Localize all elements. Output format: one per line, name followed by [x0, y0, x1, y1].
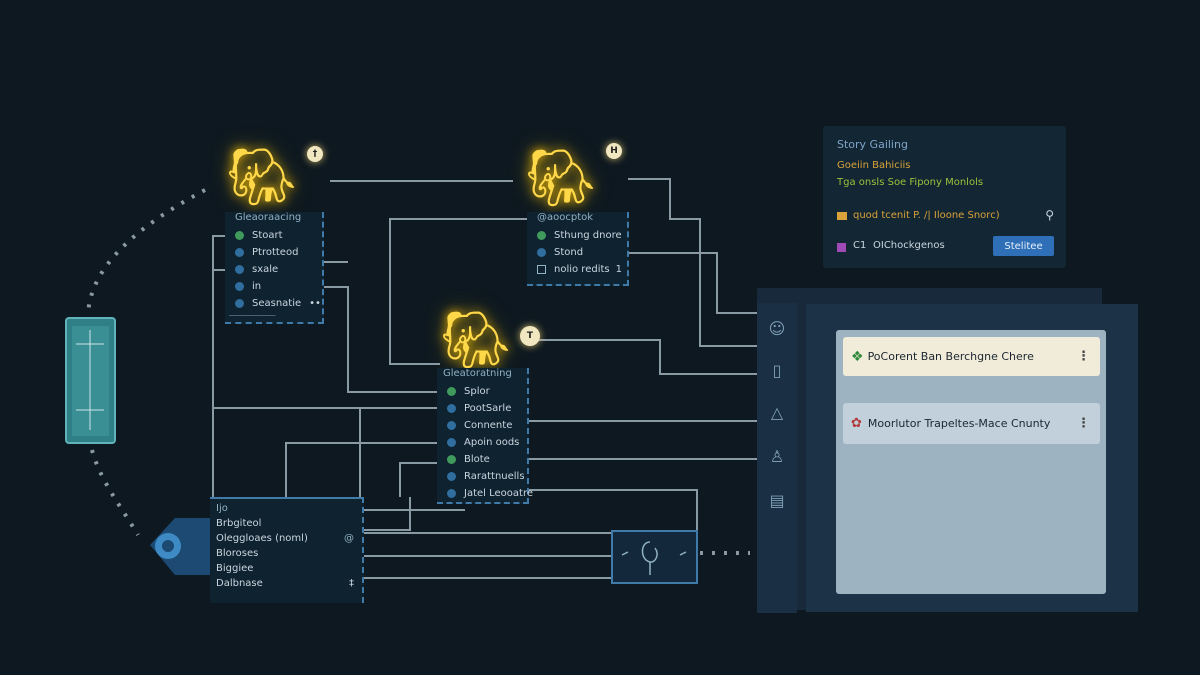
port-dot[interactable]: [235, 265, 244, 274]
elephant-icon: 🐘︎: [525, 146, 597, 211]
port-dot[interactable]: [447, 455, 456, 464]
port-dot[interactable]: [235, 231, 244, 240]
center-widget: [611, 530, 698, 584]
port-dot[interactable]: [447, 421, 456, 430]
node-row[interactable]: Apoin oods: [437, 434, 527, 451]
node-footer: ───────────: [229, 312, 276, 320]
port-square[interactable]: [537, 265, 546, 274]
info-line-1: Goeiin Bahiciis: [837, 160, 911, 171]
info-line-3: quod tcenit P. /| Iloone Snorc): [853, 210, 1000, 221]
table-row[interactable]: Bloroses: [210, 546, 362, 561]
port-dot[interactable]: [447, 472, 456, 481]
node-badge-3: T: [520, 326, 540, 346]
table-row[interactable]: Biggiee: [210, 561, 362, 576]
elephant-icon: 🐘︎: [226, 145, 298, 210]
table-header: Ijo: [216, 503, 228, 514]
node-row[interactable]: Blote: [437, 451, 527, 468]
node-badge-1: †: [307, 146, 323, 162]
node-title: Gleaoraacing: [235, 212, 302, 223]
node-row[interactable]: nolio redits 1: [527, 261, 627, 278]
card-item-1[interactable]: ❖ PoCorent Ban Berchgne Chere ⋮: [843, 337, 1100, 376]
node-row[interactable]: Sthung dnore: [527, 227, 627, 244]
table-row[interactable]: Brbgiteol: [210, 516, 362, 531]
node-title: @aoocptok: [537, 212, 594, 223]
port-dot[interactable]: [235, 282, 244, 291]
node-row[interactable]: Stond: [527, 244, 627, 261]
port-dot[interactable]: [537, 248, 546, 257]
info-line-4: OIChockgenos: [873, 240, 945, 251]
info-panel: Story Gailing Goeiin Bahiciis Tga onsls …: [823, 126, 1066, 268]
node-row[interactable]: sxale: [225, 261, 322, 278]
port-dot[interactable]: [447, 387, 456, 396]
node-card-1[interactable]: Gleaoraacing Stoart Ptrotteod sxale in S…: [225, 212, 324, 324]
info-line-2: Tga onsls Soe Fipony Monlols: [837, 177, 984, 188]
port-dot[interactable]: [235, 299, 244, 308]
node-row[interactable]: Jatel Leooatre: [437, 485, 533, 502]
node-row[interactable]: in: [225, 278, 322, 295]
port-dot[interactable]: [537, 231, 546, 240]
node-card-3[interactable]: Gleatoratning Splor PootSarle Connente A…: [437, 368, 533, 504]
info-code: C1: [853, 240, 867, 251]
node-card-2[interactable]: @aoocptok Sthung dnore Stond nolio redit…: [527, 212, 629, 286]
port-dot[interactable]: [447, 489, 456, 498]
code-icon: [837, 243, 846, 252]
bell-icon[interactable]: △: [766, 400, 788, 424]
warning-icon: [837, 212, 847, 220]
node-row[interactable]: PootSarle: [437, 400, 527, 417]
table-row[interactable]: Dalbnase ‡: [210, 576, 362, 591]
node-row[interactable]: Connente: [437, 417, 527, 434]
node-row[interactable]: Seasnatie ••: [225, 295, 322, 312]
node-row[interactable]: Rarattnuells: [437, 468, 527, 485]
port-dot[interactable]: [447, 404, 456, 413]
dagger-icon: ‡: [349, 578, 354, 589]
kebab-menu-icon[interactable]: ⋮: [1077, 349, 1090, 364]
node-title: Gleatoratning: [443, 368, 512, 379]
at-icon: @: [344, 533, 354, 544]
table-row[interactable]: Oleggloaes (noml) @: [210, 531, 362, 546]
elephant-icon: 🐘︎: [440, 308, 512, 373]
user-icon[interactable]: ☺: [766, 316, 788, 340]
action-button[interactable]: Stelitee: [993, 236, 1054, 256]
phone-icon[interactable]: ▯: [766, 358, 788, 382]
user-icon[interactable]: ⚲: [1045, 208, 1054, 222]
port-dot[interactable]: [235, 248, 244, 257]
leaf-icon: ❖: [851, 348, 864, 365]
node-row[interactable]: Splor: [437, 383, 527, 400]
card-item-2[interactable]: ✿ Moorlutor Trapeltes‑Mace Cnunty ⋮: [843, 403, 1100, 444]
table-node[interactable]: Ijo Brbgiteol Oleggloaes (noml) @ Blorose…: [210, 497, 364, 603]
person-icon[interactable]: ♙: [766, 444, 788, 468]
port-dot[interactable]: [447, 438, 456, 447]
node-row[interactable]: Stoart: [225, 227, 322, 244]
kebab-menu-icon[interactable]: ⋮: [1077, 416, 1090, 431]
document-icon[interactable]: ▤: [766, 488, 788, 512]
node-row[interactable]: Ptrotteod: [225, 244, 322, 261]
node-badge-2: H: [606, 143, 622, 159]
info-title: Story Gailing: [837, 138, 908, 151]
bug-icon: ✿: [851, 416, 862, 431]
